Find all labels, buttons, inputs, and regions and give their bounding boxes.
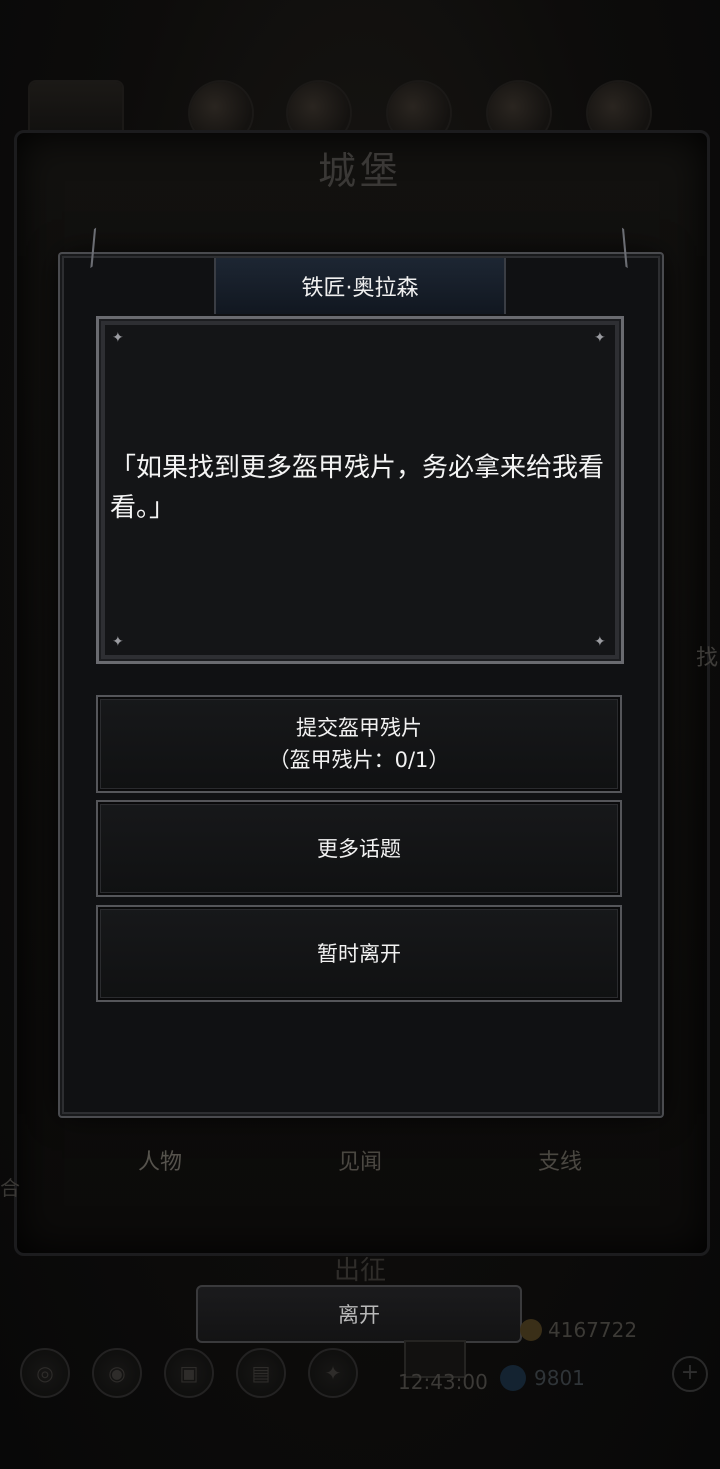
option-label: 更多话题: [317, 836, 401, 861]
tab-side-quests[interactable]: 支线: [460, 1144, 660, 1176]
nav-hero-icon[interactable]: ◎: [20, 1348, 70, 1398]
sparkle-icon: ✦: [594, 634, 606, 650]
side-text-right: 找: [695, 646, 718, 671]
gold-counter: 4167722: [520, 1312, 637, 1348]
gem-icon: [500, 1365, 526, 1391]
nav-book-icon[interactable]: ▤: [236, 1348, 286, 1398]
leave-for-now-button[interactable]: 暂时离开: [96, 905, 622, 1002]
option-label: 暂时离开: [317, 941, 401, 966]
nav-settings-icon[interactable]: ✦: [308, 1348, 358, 1398]
npc-name: 铁匠·奥拉森: [301, 276, 419, 301]
sparkle-icon: ✦: [112, 634, 124, 650]
gem-counter: 9801: [500, 1360, 585, 1396]
add-currency-icon[interactable]: +: [672, 1356, 708, 1392]
option-label: 提交盔甲残片: [296, 716, 422, 740]
npc-speech: 「如果找到更多盔甲残片，务必拿来给我看看。」: [110, 453, 605, 523]
expedition-label: 出征: [333, 1256, 386, 1286]
nav-equipment-icon[interactable]: ◉: [92, 1348, 142, 1398]
leave-button[interactable]: 离开: [196, 1285, 522, 1343]
tab-news[interactable]: 见闻: [260, 1144, 460, 1176]
sparkle-icon: ✦: [112, 330, 124, 346]
option-requirement: （盔甲残片：0/1）: [268, 748, 450, 772]
nav-inventory-icon[interactable]: ▣: [164, 1348, 214, 1398]
tab-characters[interactable]: 人物: [60, 1144, 260, 1176]
side-text-left: 合: [0, 1176, 20, 1200]
gem-amount: 9801: [534, 1366, 585, 1390]
castle-title: 城堡: [317, 149, 402, 193]
castle-tabs: 人物 见闻 支线: [60, 1130, 660, 1190]
more-topics-button[interactable]: 更多话题: [96, 800, 622, 897]
submit-armor-fragments-button[interactable]: 提交盔甲残片 （盔甲残片：0/1）: [96, 695, 622, 793]
gold-amount: 4167722: [548, 1318, 638, 1342]
bottom-nav: ◎ ◉ ▣ ▤ ✦: [20, 1348, 358, 1398]
gold-coin-icon: [520, 1319, 542, 1341]
dialog-header: 铁匠·奥拉森: [214, 258, 506, 314]
sparkle-icon: ✦: [594, 330, 606, 346]
game-clock: 12:43:00: [398, 1370, 488, 1394]
